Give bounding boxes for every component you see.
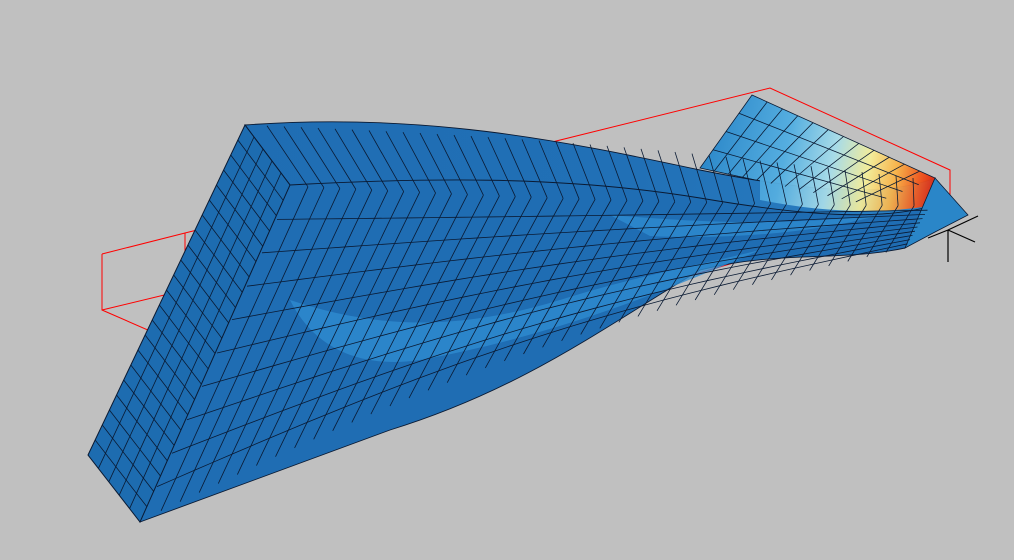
mesh-line xyxy=(731,263,750,268)
mesh-line xyxy=(738,276,758,282)
mesh-line xyxy=(799,257,818,262)
mesh-line xyxy=(757,272,777,278)
mesh-line xyxy=(743,268,763,273)
mesh-line xyxy=(776,267,796,273)
mesh-line xyxy=(780,260,800,266)
model-canvas[interactable] xyxy=(0,0,1014,560)
mesh-line xyxy=(813,259,833,265)
mesh-line xyxy=(762,264,781,270)
mesh-line xyxy=(832,255,852,261)
mesh-line xyxy=(725,272,745,277)
mesh-line xyxy=(706,276,726,282)
mesh-line xyxy=(794,263,814,269)
graphics-viewport[interactable] xyxy=(0,0,1014,560)
mesh-line xyxy=(688,280,708,286)
mesh-line xyxy=(749,260,768,265)
